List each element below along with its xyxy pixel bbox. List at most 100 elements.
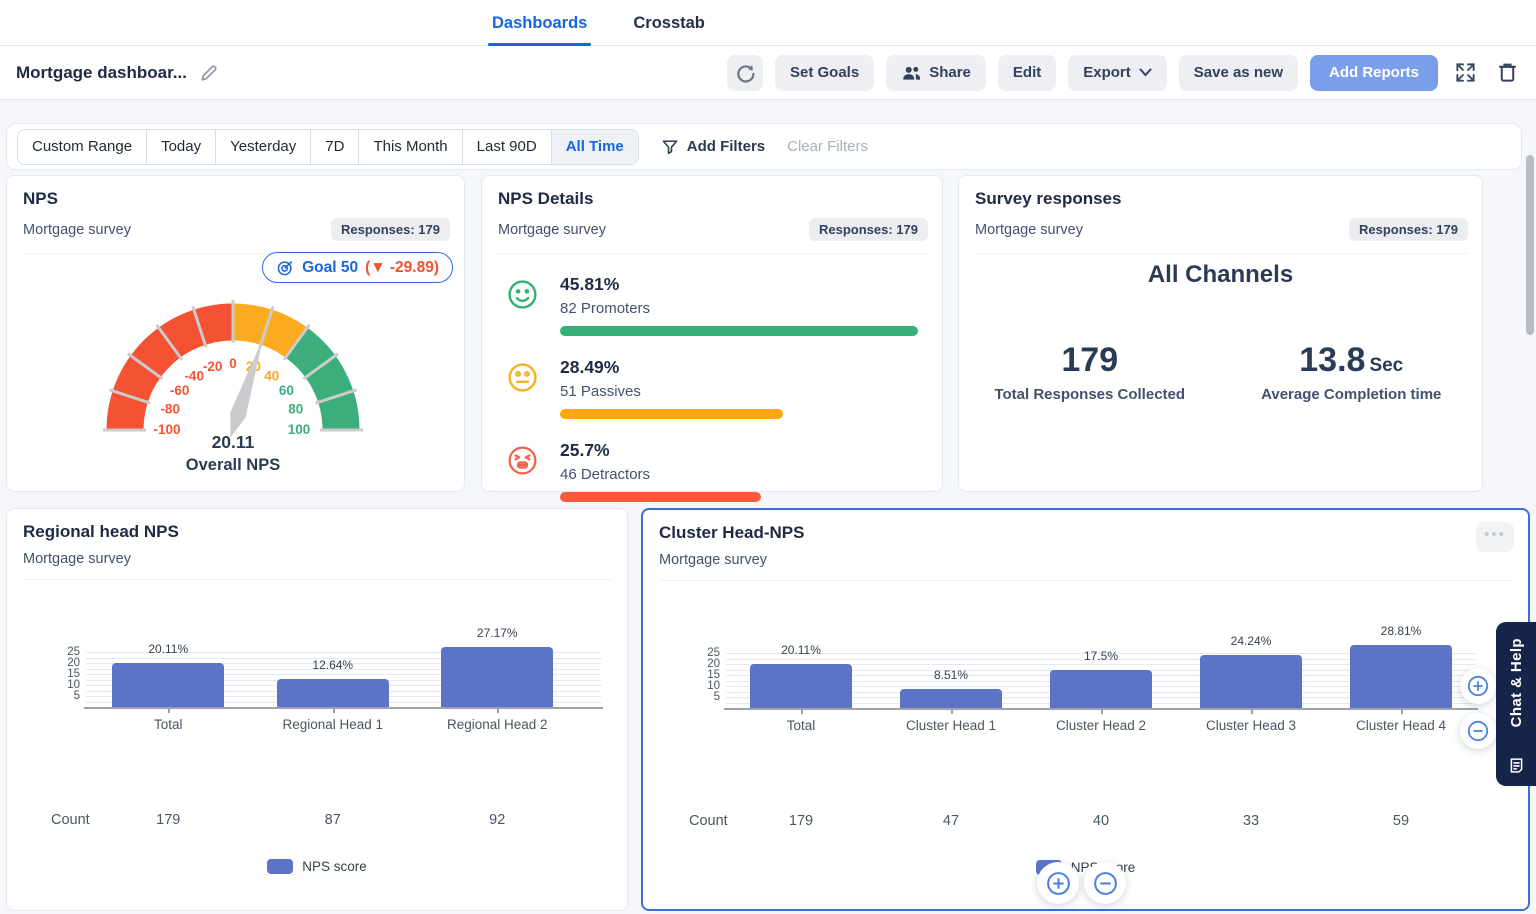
add-filters-label: Add Filters <box>686 138 766 155</box>
bar-value-label: 8.51% <box>933 668 969 683</box>
range-today[interactable]: Today <box>147 129 217 164</box>
bar-regional-head-1[interactable] <box>276 679 389 707</box>
nps-details-header: NPS Details Mortgage survey Responses: 1… <box>482 176 942 254</box>
nps-card-title: NPS <box>23 189 58 208</box>
x-category-label: Regional Head 2 <box>446 717 548 732</box>
nps-goal-chip[interactable]: Goal 50 (▼ -29.89) <box>262 252 453 283</box>
fullscreen-button[interactable] <box>1450 57 1480 89</box>
nps-gauge-caption: Overall NPS <box>185 456 281 474</box>
x-axis-tick <box>1251 708 1253 714</box>
chart-zoom-out-button[interactable] <box>1084 862 1126 904</box>
nps-details-body: 45.81% 82 Promoters 28.49% 51 Passives 2… <box>482 254 942 502</box>
avg-completion-stat: 13.8 Sec Average Completion time <box>1221 341 1483 403</box>
refresh-button[interactable] <box>727 54 763 91</box>
bar-cluster-head-1[interactable] <box>900 689 1002 708</box>
clear-filters-button[interactable]: Clear Filters <box>787 138 868 155</box>
plus-circle-icon <box>1046 871 1070 895</box>
y-axis-tick-label: 10 <box>67 679 80 691</box>
tab-dashboards[interactable]: Dashboards <box>488 0 592 46</box>
nav-tabs: Dashboards Crosstab <box>488 0 709 46</box>
y-axis-tick-label: 5 <box>713 691 720 703</box>
count-value: 179 <box>156 812 181 828</box>
range-last-90d[interactable]: Last 90D <box>462 129 552 164</box>
save-as-new-button[interactable]: Save as new <box>1178 54 1298 91</box>
nps-gauge-chart: -100-80-60-40-20020406080100 <box>83 280 383 440</box>
avg-completion-label: Average Completion time <box>1261 386 1442 403</box>
y-axis-tick-label: 5 <box>73 690 80 702</box>
chat-doc-icon <box>1510 758 1522 773</box>
expand-arrows-icon <box>1455 63 1475 82</box>
edit-button[interactable]: Edit <box>997 54 1057 91</box>
range-all-time[interactable]: All Time <box>551 129 638 164</box>
edit-title-pencil-icon[interactable] <box>199 63 219 83</box>
vertical-scrollbar-thumb[interactable] <box>1526 155 1534 335</box>
dashboard-screen: Dashboards Crosstab Mortgage dashboar...… <box>0 0 1536 914</box>
range-7d[interactable]: 7D <box>311 129 360 164</box>
bar-regional-head-2[interactable] <box>441 647 554 707</box>
svg-text:-60: -60 <box>170 383 190 398</box>
total-responses-value: 179 <box>1061 341 1119 379</box>
survey-responses-header: Survey responses Mortgage survey Respons… <box>959 176 1482 254</box>
x-axis-tick <box>168 707 171 713</box>
add-reports-button[interactable]: Add Reports <box>1310 54 1438 91</box>
share-button[interactable]: Share <box>886 54 986 91</box>
regional-bar-chart: 5 10 15 20 25 20.11% Total 179 12.64% Regional He… <box>7 509 627 910</box>
tab-crosstab[interactable]: Crosstab <box>629 0 709 46</box>
x-axis-tick <box>1101 708 1103 714</box>
nps-responses-badge: Responses: 179 <box>331 218 450 241</box>
survey-responses-badge: Responses: 179 <box>1349 218 1468 241</box>
bar-total[interactable] <box>112 662 225 707</box>
export-button-label: Export <box>1083 64 1131 81</box>
funnel-icon <box>662 139 678 154</box>
bar-cluster-head-4[interactable] <box>1350 644 1452 708</box>
zoom-out-button[interactable] <box>1460 713 1496 749</box>
svg-text:-20: -20 <box>203 359 223 374</box>
bar-total[interactable] <box>750 663 852 708</box>
detractors-bar <box>560 492 761 502</box>
add-filters-button[interactable]: Add Filters <box>661 138 765 156</box>
dashboard-title: Mortgage dashboar... <box>16 62 187 82</box>
bar-value-label: 12.64% <box>312 658 354 673</box>
passives-row: 28.49% 51 Passives <box>506 357 918 419</box>
total-responses-label: Total Responses Collected <box>994 386 1186 403</box>
bar-value-label: 24.24% <box>1230 633 1272 648</box>
regional-head-nps-card: Regional head NPS Mortgage survey 5 10 15 2… <box>6 508 628 911</box>
count-value: 33 <box>1242 813 1260 829</box>
nps-details-card: NPS Details Mortgage survey Responses: 1… <box>481 175 943 502</box>
count-value: 92 <box>489 812 506 828</box>
zoom-in-button[interactable] <box>1460 668 1496 704</box>
range-custom-range[interactable]: Custom Range <box>18 129 148 164</box>
count-value: 47 <box>942 813 960 829</box>
y-axis-tick-label: 20 <box>67 657 80 669</box>
legend-swatch <box>267 859 294 874</box>
export-button[interactable]: Export <box>1068 54 1167 91</box>
bar-cluster-head-3[interactable] <box>1200 654 1302 708</box>
set-goals-button[interactable]: Set Goals <box>775 54 875 91</box>
bar-cluster-head-2[interactable] <box>1050 669 1152 708</box>
goal-target-icon <box>277 260 293 276</box>
passives-label: 51 Passives <box>560 383 641 400</box>
refresh-icon <box>737 64 755 83</box>
nps-card-header: NPS Mortgage survey Responses: 179 <box>7 176 464 254</box>
regional-legend[interactable]: NPS score <box>7 859 627 874</box>
survey-responses-subtitle: Mortgage survey <box>975 221 1083 238</box>
legend-label: NPS score <box>302 859 367 874</box>
avg-completion-unit: Sec <box>1369 355 1404 376</box>
svg-text:80: 80 <box>288 402 303 417</box>
goal-label: Goal 50 <box>302 258 359 276</box>
x-axis-tick <box>497 707 500 713</box>
dashboard-toolbar: Mortgage dashboar... Set Goals Share Edi… <box>0 46 1536 100</box>
chart-zoom-in-button[interactable] <box>1037 862 1079 904</box>
range-this-month[interactable]: This Month <box>359 129 463 164</box>
promoters-label: 82 Promoters <box>560 300 651 317</box>
y-axis-tick-label: 25 <box>707 647 720 659</box>
date-range-segmented-control: Custom Range Today Yesterday 7D This Month La… <box>17 128 639 165</box>
minus-circle-icon <box>1467 720 1489 742</box>
chat-help-tab[interactable]: Chat & Help <box>1496 622 1536 786</box>
cluster-head-nps-card[interactable]: Cluster Head-NPS Mortgage survey ••• 5 10… <box>641 508 1530 911</box>
range-yesterday[interactable]: Yesterday <box>216 129 312 164</box>
survey-responses-card: Survey responses Mortgage survey Respons… <box>958 175 1483 492</box>
promoters-pct: 45.81% <box>560 274 620 294</box>
count-row-label: Count <box>689 813 728 829</box>
delete-dashboard-button[interactable] <box>1492 57 1522 89</box>
